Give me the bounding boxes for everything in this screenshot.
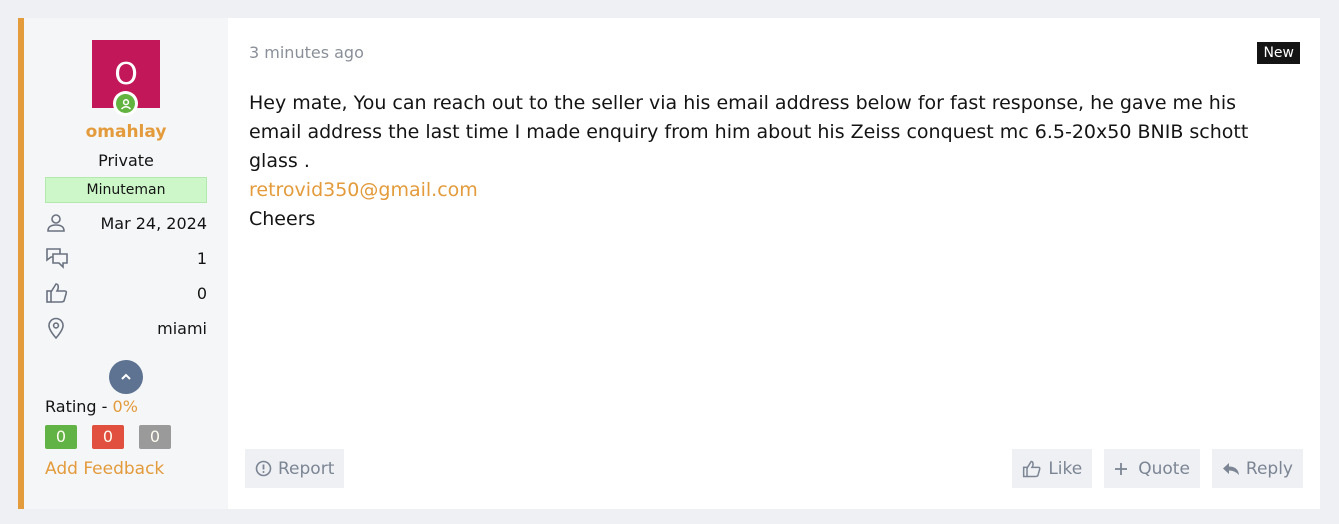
- thumbs-up-icon: [45, 281, 69, 305]
- messages-icon: [45, 246, 69, 270]
- rating-label: Rating -: [45, 397, 113, 416]
- user-pane: O omahlay Private Minuteman Mar 24, 2024: [24, 18, 228, 509]
- like-button[interactable]: Like: [1012, 449, 1093, 488]
- stat-location-value: miami: [157, 318, 207, 338]
- stat-messages-value: 1: [196, 248, 207, 268]
- plus-icon: [1115, 462, 1128, 475]
- post-body: Hey mate, You can reach out to the selle…: [249, 89, 1289, 234]
- username-link[interactable]: omahlay: [24, 122, 228, 142]
- quote-label: Quote: [1138, 458, 1190, 479]
- reply-button[interactable]: Reply: [1211, 449, 1303, 488]
- post-actions: Report Like Quote Reply: [245, 449, 1303, 488]
- post-main: 3 minutes ago New Hey mate, You can reac…: [228, 18, 1320, 509]
- thumbs-up-icon: [1023, 460, 1041, 477]
- add-feedback-link[interactable]: Add Feedback: [45, 459, 164, 479]
- user-icon: [45, 212, 67, 234]
- feedback-negative[interactable]: 0: [92, 425, 124, 449]
- stat-joined-value: Mar 24, 2024: [100, 213, 207, 233]
- report-button[interactable]: Report: [245, 449, 345, 488]
- post-text: Hey mate, You can reach out to the selle…: [249, 92, 1249, 172]
- quote-button[interactable]: Quote: [1104, 449, 1200, 488]
- reply-label: Reply: [1245, 458, 1293, 479]
- alert-icon: [255, 460, 272, 477]
- chevron-up-icon: [121, 373, 131, 380]
- user-banner: Minuteman: [45, 177, 207, 203]
- stat-joined: Mar 24, 2024: [45, 210, 207, 236]
- stat-messages: 1: [45, 245, 207, 271]
- reply-icon: [1222, 462, 1239, 475]
- like-label: Like: [1048, 458, 1083, 479]
- new-badge: New: [1257, 42, 1300, 64]
- scroll-up-button[interactable]: [109, 360, 143, 394]
- post-time[interactable]: 3 minutes ago: [249, 43, 364, 62]
- rating: Rating - 0%: [45, 397, 138, 416]
- stat-location: miami: [45, 315, 207, 341]
- stat-reactions: 0: [45, 280, 207, 306]
- avatar-letter: O: [114, 56, 138, 92]
- feedback-neutral[interactable]: 0: [139, 425, 171, 449]
- user-title: Private: [98, 151, 154, 170]
- stat-reactions-value: 0: [196, 283, 207, 303]
- report-label: Report: [278, 458, 335, 479]
- location-pin-icon: [45, 317, 67, 339]
- online-status-icon: [113, 91, 138, 116]
- rating-value: 0%: [112, 397, 138, 416]
- email-link[interactable]: retrovid350@gmail.com: [249, 176, 1289, 205]
- feedback-positive[interactable]: 0: [45, 425, 77, 449]
- post-signoff: Cheers: [249, 208, 316, 230]
- post-card: O omahlay Private Minuteman Mar 24, 2024: [18, 18, 1320, 509]
